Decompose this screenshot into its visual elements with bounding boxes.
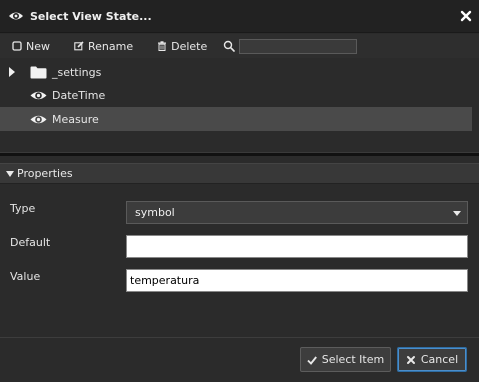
new-button[interactable]: New xyxy=(6,36,56,56)
tree-item-measure[interactable]: Measure xyxy=(0,107,472,131)
new-button-label: New xyxy=(26,39,50,53)
dialog-titlebar: Select View State... xyxy=(0,0,479,33)
chevron-down-icon xyxy=(453,211,461,216)
select-item-button[interactable]: Select Item xyxy=(300,347,391,372)
default-label: Default xyxy=(10,236,51,249)
eye-icon xyxy=(30,91,47,99)
toolbar: New Rename Delete xyxy=(0,34,479,58)
delete-button-label: Delete xyxy=(171,39,208,53)
folder-icon xyxy=(30,66,47,78)
splitter[interactable] xyxy=(0,152,479,156)
tree-item-datetime[interactable]: DateTime xyxy=(0,83,472,107)
value-label: Value xyxy=(10,270,41,283)
select-item-label: Select Item xyxy=(321,353,385,366)
collapse-arrow-icon xyxy=(6,170,14,177)
expand-arrow-icon[interactable] xyxy=(9,67,15,77)
cancel-button-label: Cancel xyxy=(420,353,459,366)
check-icon xyxy=(307,355,317,365)
eye-icon xyxy=(9,12,23,20)
delete-button[interactable]: Delete xyxy=(151,36,213,56)
properties-header[interactable]: Properties xyxy=(0,163,479,184)
tree-item-label: _settings xyxy=(52,65,102,79)
eye-icon xyxy=(30,115,47,123)
tree-item-label: DateTime xyxy=(52,88,106,102)
rename-button-label: Rename xyxy=(88,39,134,53)
dialog-title: Select View State... xyxy=(30,9,152,23)
edit-icon xyxy=(74,41,84,51)
value-field[interactable] xyxy=(126,269,468,292)
rename-button[interactable]: Rename xyxy=(68,36,139,56)
close-icon xyxy=(406,355,415,364)
close-icon[interactable] xyxy=(460,10,472,22)
square-icon xyxy=(12,41,22,51)
search-icon xyxy=(224,40,236,52)
search-box xyxy=(223,38,358,54)
properties-title: Properties xyxy=(17,167,73,180)
search-input[interactable] xyxy=(239,38,358,54)
tree-item-settings[interactable]: _settings xyxy=(0,60,472,84)
default-field[interactable] xyxy=(126,235,468,258)
type-select[interactable]: symbol xyxy=(126,201,468,224)
tree-item-label: Measure xyxy=(52,112,99,126)
trash-icon xyxy=(158,41,167,51)
cancel-button[interactable]: Cancel xyxy=(397,347,467,372)
view-state-tree: _settings DateTime Measure xyxy=(0,58,479,152)
type-label: Type xyxy=(10,202,36,215)
type-select-value: symbol xyxy=(135,206,175,219)
